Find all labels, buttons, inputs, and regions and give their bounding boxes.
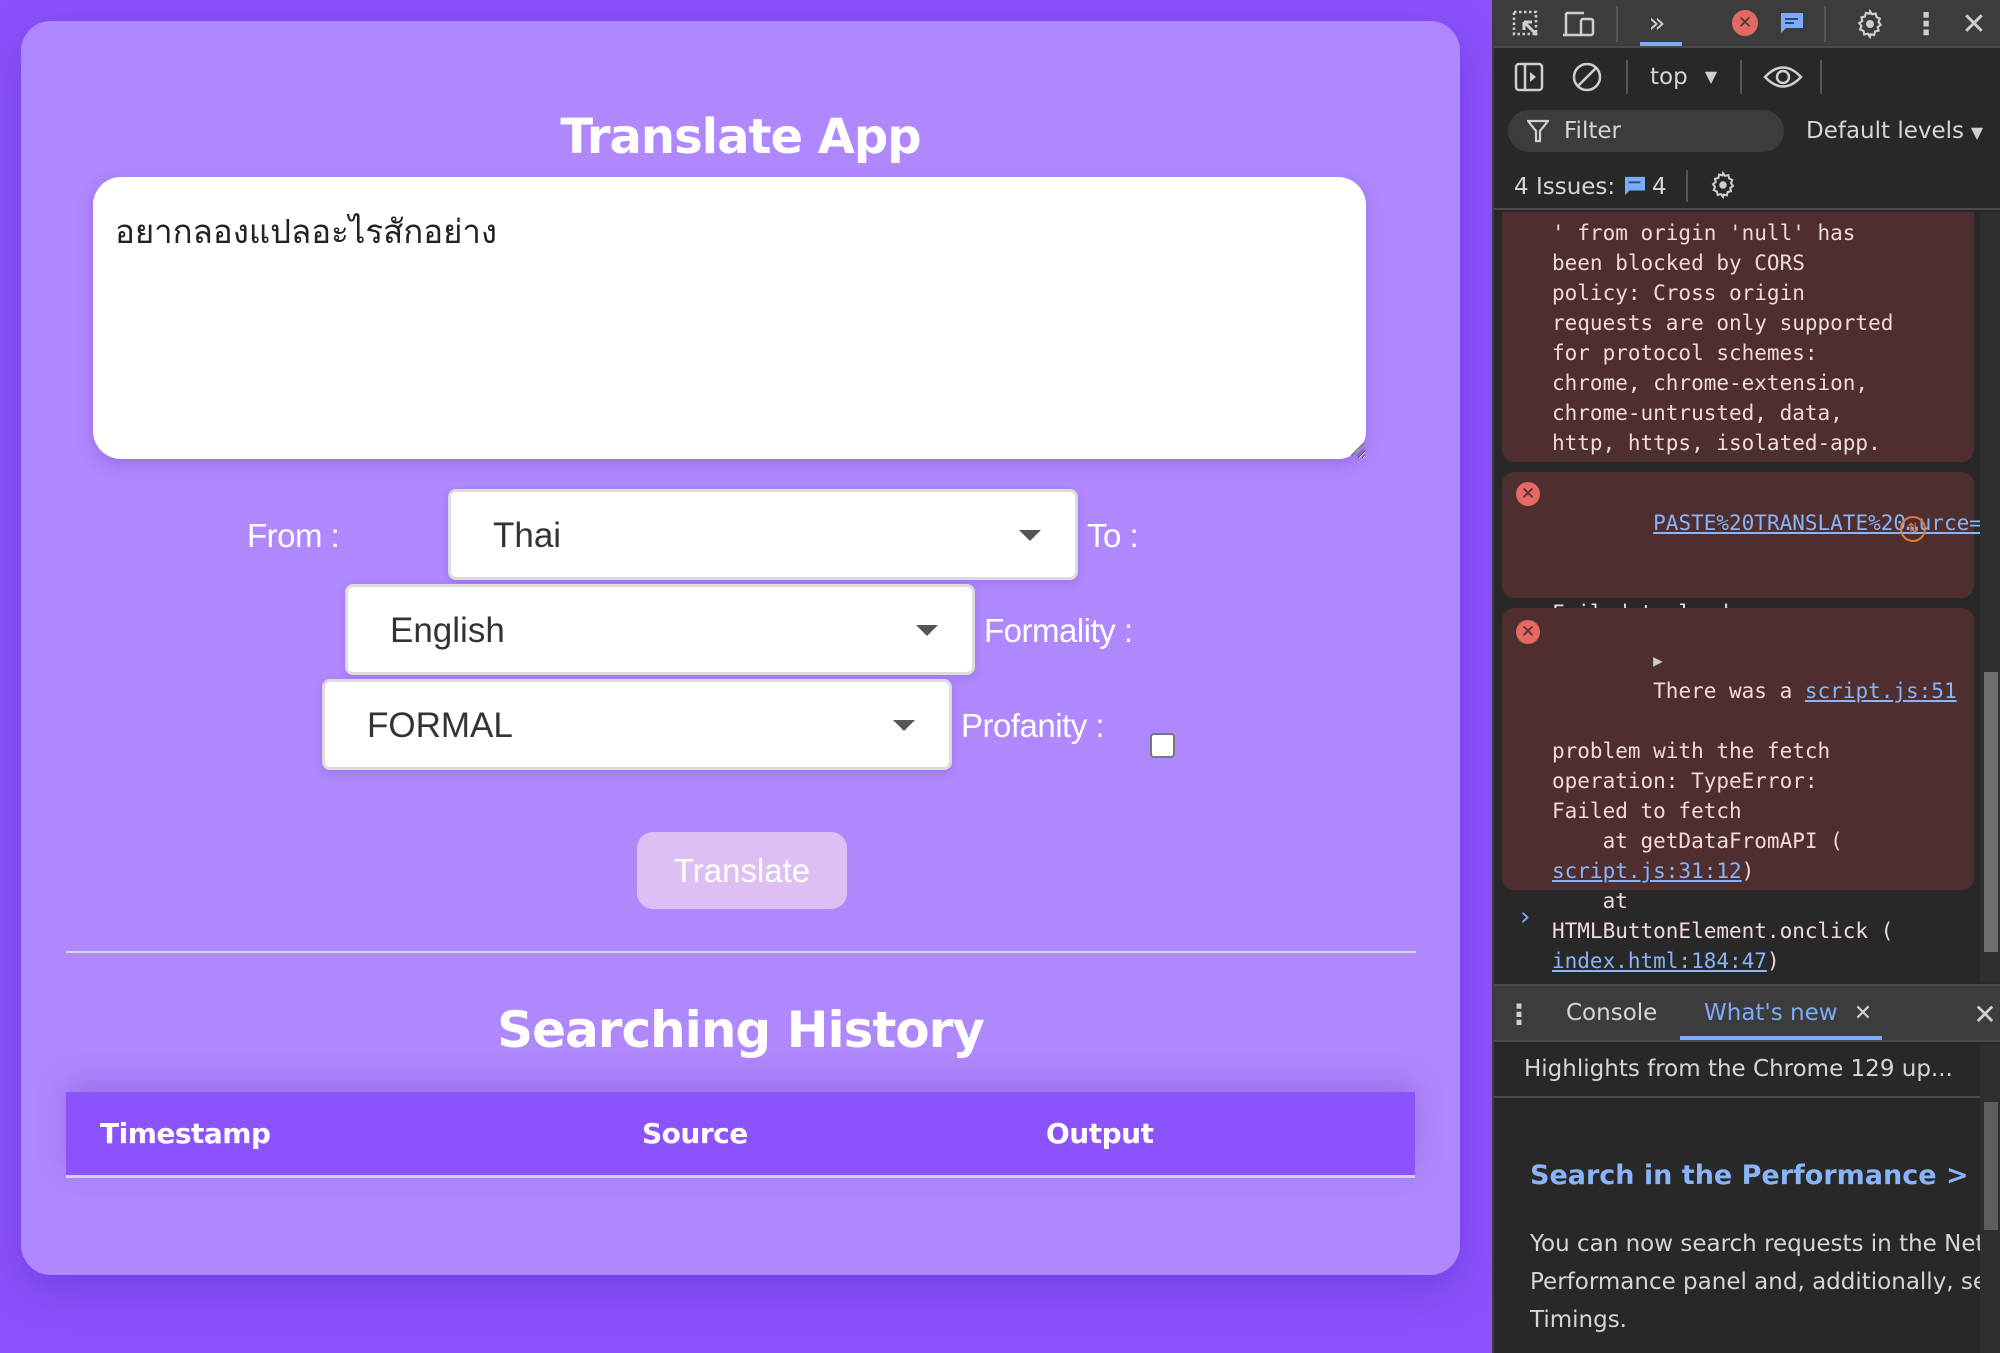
toolbar-separator — [1824, 6, 1826, 42]
settings-icon[interactable] — [1850, 4, 1890, 44]
toolbar-separator — [1686, 170, 1688, 202]
console-error-message: ✕ ▶ There was a script.js:51 problem wit… — [1502, 608, 1974, 973]
tab-console[interactable]: Console — [1566, 1000, 1657, 1026]
column-header-timestamp: Timestamp — [66, 1092, 642, 1178]
clear-console-icon[interactable] — [1570, 60, 1604, 94]
console-scroll-thumb[interactable] — [1984, 672, 1998, 952]
profanity-checkbox[interactable] — [1150, 733, 1175, 758]
console-prompt-icon[interactable]: › — [1520, 902, 1530, 932]
close-tab-icon[interactable]: ✕ — [1850, 998, 1876, 1028]
more-options-icon[interactable]: ⋮ — [1911, 4, 1941, 44]
log-levels-dropdown[interactable]: Default levels — [1806, 118, 1964, 144]
error-status-icon[interactable]: ✕ — [1732, 10, 1758, 36]
stack-link[interactable]: script.js:31:12 — [1552, 859, 1742, 883]
whats-new-title: Highlights from the Chrome 129 up... — [1524, 1056, 1953, 1082]
history-table: Timestamp Source Output — [66, 1092, 1415, 1178]
console-error-message: ' from origin 'null' has been blocked by… — [1502, 212, 1974, 462]
section-divider — [66, 951, 1416, 954]
levels-dropdown-icon[interactable]: ▼ — [1968, 120, 1986, 144]
whats-new-header: Highlights from the Chrome 129 up... — [1494, 1044, 1980, 1098]
to-language-select[interactable]: English — [345, 584, 975, 675]
issues-message-icon[interactable] — [1624, 176, 1646, 196]
drawer-scroll-thumb[interactable] — [1984, 1102, 1998, 1230]
context-selector[interactable]: top — [1650, 64, 1688, 90]
close-drawer-icon[interactable]: ✕ — [1968, 996, 2000, 1032]
issues-settings-icon[interactable] — [1706, 168, 1740, 202]
console-error-message: ✕ PASTE%20TRANSLATE%20…urce=… ⇅ Failed t… — [1502, 472, 1980, 655]
error-icon: ✕ — [1516, 482, 1540, 506]
history-title: Searching History — [497, 1001, 985, 1059]
to-label: To : — [1087, 517, 1139, 554]
message-status-icon[interactable] — [1780, 12, 1804, 34]
more-tabs-icon[interactable]: » — [1636, 4, 1678, 40]
column-header-source: Source — [642, 1092, 1046, 1178]
console-filter-input[interactable]: Filter — [1508, 110, 1784, 152]
whats-new-line: Performance panel and, additionally, see — [1530, 1269, 1980, 1295]
source-text-input[interactable] — [93, 177, 1366, 459]
devtools-toolbar: » ✕ ⋮ ✕ — [1494, 0, 2000, 48]
issues-bar: 4 Issues: 4 — [1494, 162, 2000, 210]
console-toolbar: top ▼ — [1494, 50, 2000, 106]
to-language-value: English — [390, 611, 505, 650]
whats-new-line: Timings. — [1530, 1307, 1627, 1333]
chevron-down-icon — [1019, 530, 1041, 541]
network-request-icon[interactable]: ⇅ — [1900, 516, 1926, 542]
chevron-down-icon — [893, 720, 915, 731]
source-link[interactable]: script.js:51 — [1805, 679, 1957, 703]
active-tab-indicator — [1640, 42, 1682, 46]
formality-value: FORMAL — [367, 706, 513, 745]
formality-label: Formality : — [984, 612, 1133, 649]
column-header-output: Output — [1046, 1092, 1415, 1178]
formality-select[interactable]: FORMAL — [322, 679, 952, 770]
error-text: There was a — [1653, 679, 1805, 703]
context-dropdown-icon[interactable]: ▼ — [1702, 64, 1720, 88]
translate-card: Translate App From : Thai To : English F… — [21, 21, 1460, 1275]
error-text: ' from origin 'null' has been blocked by… — [1552, 221, 1894, 455]
active-tab-indicator — [1680, 1036, 1882, 1040]
toolbar-separator — [1820, 60, 1822, 94]
device-toolbar-icon[interactable] — [1560, 6, 1598, 42]
profanity-label: Profanity : — [961, 707, 1105, 744]
app-page: Translate App From : Thai To : English F… — [0, 0, 1492, 1353]
error-text: at HTMLButtonElement.onclick ( — [1552, 889, 1894, 943]
whats-new-line: You can now search requests in the Netw — [1530, 1231, 1980, 1257]
toolbar-separator — [1626, 60, 1628, 94]
history-header-row: Timestamp Source Output — [66, 1092, 1415, 1178]
resource-link[interactable]: PASTE%20TRANSLATE%20…urce=… — [1653, 511, 1980, 535]
sidebar-toggle-icon[interactable] — [1512, 60, 1546, 94]
whats-new-body: You can now search requests in the Netw … — [1530, 1225, 1980, 1339]
drawer-menu-icon[interactable]: ⋮ — [1505, 996, 1533, 1032]
drawer-scrollbar[interactable] — [1980, 1044, 2000, 1353]
whats-new-heading[interactable]: Search in the Performance > Net — [1530, 1160, 2000, 1191]
toolbar-separator — [1740, 60, 1742, 94]
chevron-down-icon — [916, 625, 938, 636]
stack-link[interactable]: index.html:184:47 — [1552, 949, 1767, 973]
from-language-value: Thai — [493, 516, 562, 555]
tab-whats-new[interactable]: What's new — [1704, 1000, 1838, 1026]
console-scrollbar[interactable] — [1980, 212, 2000, 982]
inspect-element-icon[interactable] — [1508, 6, 1544, 42]
issues-count[interactable]: 4 — [1652, 174, 1667, 200]
translate-button[interactable]: Translate — [637, 832, 847, 909]
from-label: From : — [247, 517, 340, 554]
console-messages: ' from origin 'null' has been blocked by… — [1494, 212, 1980, 982]
devtools-panel: » ✕ ⋮ ✕ top ▼ Filter Default levels ▼ 4 … — [1492, 0, 2000, 1353]
resize-handle-icon[interactable] — [1349, 441, 1365, 457]
close-devtools-icon[interactable]: ✕ — [1956, 4, 1992, 44]
filter-icon — [1526, 118, 1550, 144]
expand-triangle-icon[interactable]: ▶ — [1653, 651, 1663, 670]
issues-label: 4 Issues: — [1514, 174, 1616, 200]
app-title: Translate App — [560, 109, 921, 165]
from-language-select[interactable]: Thai — [448, 489, 1078, 580]
error-text: problem with the fetch operation: TypeEr… — [1552, 739, 1843, 853]
filter-placeholder: Filter — [1564, 118, 1621, 144]
toolbar-separator — [1616, 6, 1618, 42]
error-icon: ✕ — [1516, 620, 1540, 644]
drawer-tab-bar: ⋮ Console What's new ✕ ✕ — [1494, 984, 2000, 1042]
live-expression-eye-icon[interactable] — [1762, 60, 1804, 94]
